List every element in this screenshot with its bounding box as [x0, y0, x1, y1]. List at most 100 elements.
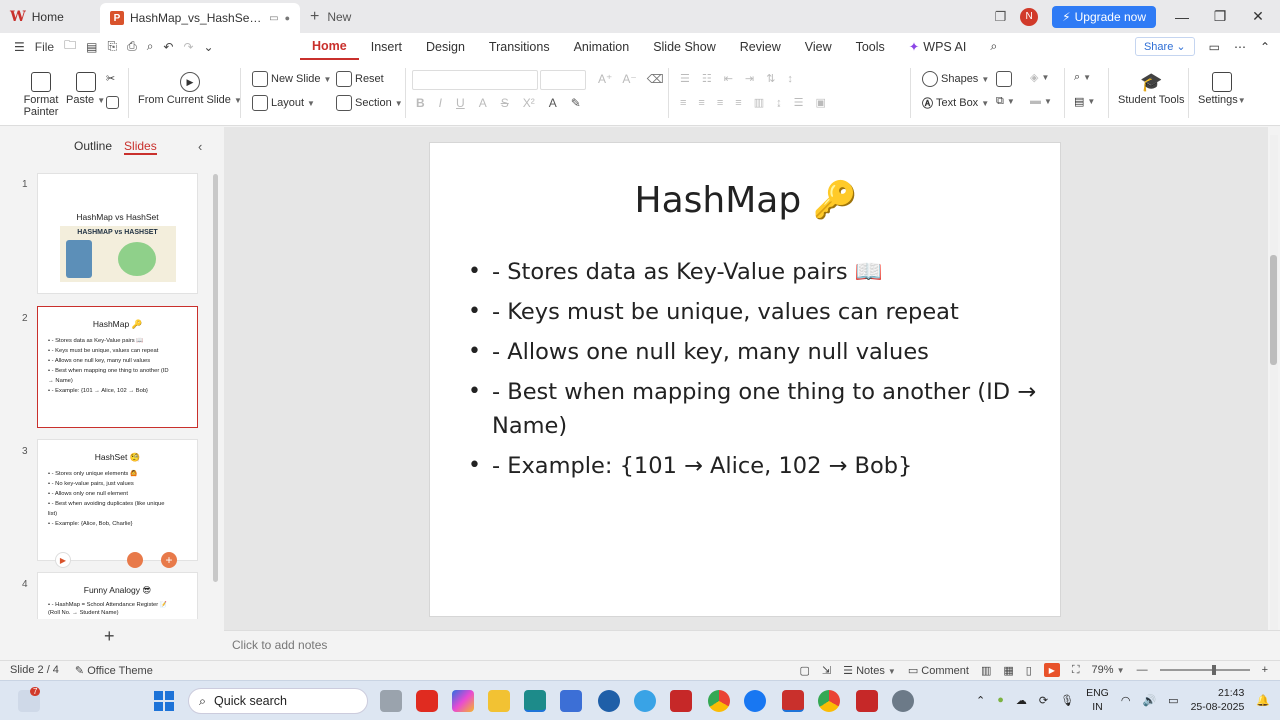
hp-icon[interactable] — [598, 690, 620, 712]
section-button[interactable]: Section ▼ — [336, 95, 403, 111]
comment-icon[interactable]: ▭ — [1209, 40, 1220, 54]
facebook-icon[interactable] — [744, 690, 766, 712]
paste-button[interactable]: Paste ▼ — [66, 72, 105, 106]
slide-bullet-list[interactable]: - Stores data as Key-Value pairs 📖 - Key… — [468, 255, 1038, 489]
tab-home[interactable]: W Home — [0, 0, 100, 33]
bullet-list-icon[interactable]: ☰ — [680, 72, 690, 85]
volume-icon[interactable]: 🔊 — [1142, 694, 1156, 707]
copilot-icon[interactable] — [452, 690, 474, 712]
fit-window-icon[interactable]: ⛶ — [1072, 664, 1080, 677]
slide-thumbnail-3[interactable]: HashSet 🧐 • - Stores only unique element… — [37, 439, 198, 561]
tab-tools[interactable]: Tools — [844, 33, 897, 60]
strikethrough-icon[interactable]: S — [501, 96, 509, 110]
comment-toggle[interactable]: ▭ Comment — [908, 664, 969, 677]
tray-cloud-icon[interactable]: ☁ — [1016, 694, 1027, 707]
tray-app-icon[interactable]: ● — [997, 694, 1004, 706]
weather-icon[interactable]: 7 — [18, 687, 41, 712]
superscript-icon[interactable]: X² — [523, 96, 535, 110]
align-right-icon[interactable]: ≡ — [717, 97, 723, 109]
wps-office-icon[interactable] — [782, 690, 804, 712]
window-restore-icon[interactable]: ❐ — [995, 9, 1007, 25]
align-left-icon[interactable]: ≡ — [680, 97, 686, 109]
increase-indent-icon[interactable]: ⇥ — [745, 72, 754, 85]
open-folder-icon[interactable]: 🗀 — [64, 36, 76, 57]
language-indicator[interactable]: ENG IN — [1086, 686, 1109, 714]
justify-icon[interactable]: ≡ — [735, 97, 741, 109]
mcafee-icon[interactable] — [670, 690, 692, 712]
app-icon[interactable] — [892, 690, 914, 712]
tab-transitions[interactable]: Transitions — [477, 33, 562, 60]
zoom-slider-knob[interactable] — [1211, 665, 1216, 675]
notification-icon[interactable]: 🔔 — [1256, 694, 1270, 707]
tab-review[interactable]: Review — [728, 33, 793, 60]
align-center-icon[interactable]: ≡ — [698, 97, 704, 109]
columns-icon[interactable]: ▥ — [754, 96, 764, 109]
pane-scrollbar[interactable] — [213, 174, 218, 582]
notes-area[interactable]: Click to add notes — [224, 630, 1280, 659]
font-color-icon[interactable]: A — [549, 96, 557, 110]
new-tab-button[interactable]: + New — [300, 0, 361, 33]
task-view-icon[interactable] — [380, 690, 402, 712]
reading-view-icon[interactable]: ▯ — [1026, 664, 1032, 677]
print-icon[interactable]: ⎙ — [127, 39, 137, 54]
tab-home-ribbon[interactable]: Home — [300, 33, 359, 60]
redo-icon[interactable]: ↷ — [183, 40, 193, 54]
clear-format-icon[interactable]: ⌫ — [647, 72, 664, 86]
security-app-icon[interactable] — [856, 690, 878, 712]
shapes-button[interactable]: Shapes ▼ — [922, 71, 989, 87]
notes-toggle[interactable]: ☰ Notes ▼ — [843, 664, 896, 677]
monitor-icon[interactable]: ▭ — [269, 13, 278, 24]
tab-slide-show[interactable]: Slide Show — [641, 33, 728, 60]
outline-tab[interactable]: Outline — [74, 139, 112, 155]
clock[interactable]: 21:43 25-08-2025 — [1191, 686, 1245, 714]
chrome-icon[interactable] — [708, 690, 730, 712]
slides-tab[interactable]: Slides — [124, 139, 157, 155]
reset-button[interactable]: Reset — [336, 71, 384, 87]
add-slide-button[interactable]: + — [104, 626, 115, 647]
file-explorer-icon[interactable] — [488, 690, 510, 712]
current-slide[interactable]: HashMap 🔑 - Stores data as Key-Value pai… — [429, 142, 1061, 617]
slide-title[interactable]: HashMap 🔑 — [430, 179, 1062, 221]
add-slide-icon[interactable]: + — [161, 552, 177, 568]
fill-color-icon[interactable]: ◈ ▼ — [1030, 71, 1049, 84]
autofit-icon[interactable]: ⇲ — [822, 664, 831, 677]
find-icon[interactable]: ⌕ ▼ — [1074, 71, 1091, 84]
text-direction-icon[interactable]: ⇅ — [766, 72, 775, 85]
from-current-slide-button[interactable]: ▶ From Current Slide ▼ — [138, 72, 242, 106]
theme-indicator[interactable]: ✎ Office Theme — [75, 664, 153, 677]
layout-button[interactable]: Layout ▼ — [252, 95, 315, 111]
chevron-down-icon[interactable]: ⌄ — [204, 40, 214, 54]
text-box-options-icon[interactable]: ▣ — [815, 96, 825, 109]
maximize-button[interactable]: ❐ — [1208, 8, 1232, 25]
bold-icon[interactable]: B — [416, 96, 425, 110]
slide-thumbnail-2[interactable]: HashMap 🔑 • - Stores data as Key-Value p… — [37, 306, 198, 428]
line-spacing-icon[interactable]: ↨ — [776, 97, 782, 109]
tray-chevron-icon[interactable]: ⌃ — [976, 694, 985, 707]
tab-animation[interactable]: Animation — [562, 33, 642, 60]
zoom-level[interactable]: 79% ▼ — [1092, 664, 1125, 676]
zoom-in-icon[interactable]: + — [1262, 664, 1268, 676]
paragraph-spacing-icon[interactable]: ☰ — [794, 96, 804, 109]
browser-icon[interactable] — [634, 690, 656, 712]
fit-icon[interactable]: ▢ — [800, 664, 810, 677]
battery-icon[interactable]: ▭ — [1168, 694, 1178, 707]
chrome-profile-icon[interactable] — [818, 690, 840, 712]
print-preview-icon[interactable]: ⌕ — [147, 39, 154, 54]
decrease-indent-icon[interactable]: ⇤ — [724, 72, 733, 85]
canvas-scrollbar-track[interactable] — [1270, 135, 1278, 630]
tray-sync-icon[interactable]: ⟳ — [1039, 694, 1048, 707]
unsaved-dot-icon[interactable]: ● — [285, 13, 290, 23]
outline-color-icon[interactable]: ▬ ▼ — [1030, 95, 1052, 107]
play-icon[interactable]: ▶ — [55, 552, 71, 568]
strike-a-icon[interactable]: A — [479, 96, 487, 110]
zoom-slider[interactable] — [1159, 665, 1250, 675]
shrink-font-icon[interactable]: A⁻ — [622, 72, 636, 86]
export-icon[interactable]: ⎘ — [107, 39, 117, 54]
quick-search[interactable]: ⌕ Quick search — [188, 688, 368, 714]
settings-button[interactable]: Settings▼ — [1198, 72, 1246, 106]
arrange-icon[interactable]: ⧉ ▼ — [996, 95, 1015, 108]
avatar[interactable]: N — [1020, 7, 1039, 26]
share-button[interactable]: Share ⌄ — [1134, 37, 1195, 56]
tab-insert[interactable]: Insert — [359, 33, 414, 60]
microphone-icon[interactable]: 🎙 — [1060, 694, 1074, 707]
